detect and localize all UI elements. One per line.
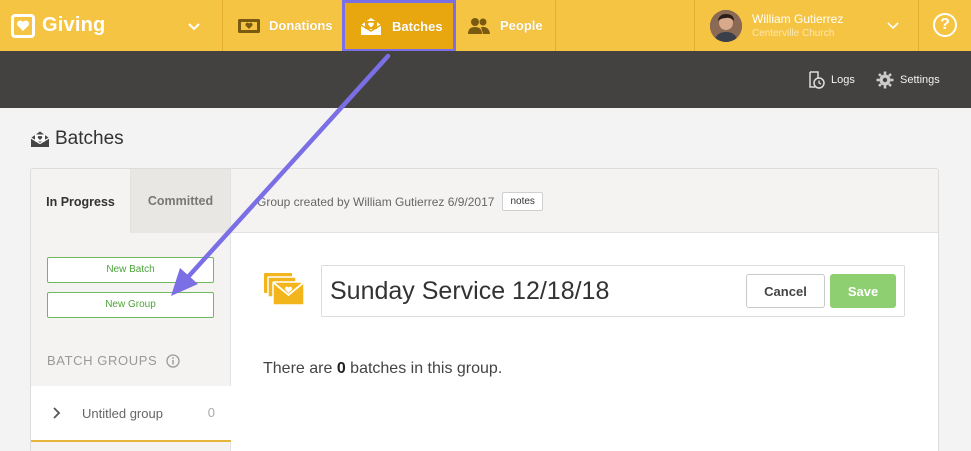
list-item[interactable]: Untitled group 0 — [31, 386, 231, 442]
donations-icon — [237, 17, 261, 35]
panel-tabs: In Progress Committed Group created by W… — [31, 169, 938, 234]
group-created-text: Group created by William Gutierrez 6/9/2… — [257, 194, 495, 209]
user-church: Centerville Church — [752, 28, 835, 39]
batches-icon — [359, 16, 383, 36]
notes-button[interactable]: notes — [502, 192, 543, 211]
chevron-down-icon[interactable] — [186, 18, 202, 34]
tab-batches[interactable]: Batches — [342, 0, 456, 52]
settings-label: Settings — [900, 74, 940, 86]
page-title: Batches — [30, 128, 124, 150]
tab-committed[interactable]: Committed — [131, 169, 231, 233]
logs-icon — [807, 71, 825, 89]
group-name: Untitled group — [82, 405, 163, 421]
group-name-input[interactable] — [330, 274, 730, 308]
cancel-button[interactable]: Cancel — [746, 274, 825, 308]
tab-donations[interactable]: Donations — [223, 0, 343, 51]
user-menu[interactable]: William Gutierrez Centerville Church — [694, 0, 919, 51]
page-title-text: Batches — [55, 128, 124, 149]
people-icon — [467, 17, 491, 35]
batch-count-message: There are 0 batches in this group. — [263, 360, 502, 378]
batch-count-prefix: There are — [263, 360, 337, 377]
sub-toolbar: Logs Settings — [0, 51, 971, 108]
group-info: Group created by William Gutierrez 6/9/2… — [257, 192, 543, 211]
giving-logo-icon — [11, 13, 35, 38]
new-group-button[interactable]: New Group — [47, 292, 214, 318]
batch-groups-heading: BATCH GROUPS — [47, 353, 180, 368]
brand-name: Giving — [42, 14, 106, 36]
chevron-right-icon — [53, 407, 61, 419]
tab-people-label: People — [500, 18, 543, 33]
tab-in-progress[interactable]: In Progress — [31, 169, 131, 234]
batch-groups-label: BATCH GROUPS — [47, 353, 158, 368]
user-name: William Gutierrez — [752, 12, 844, 26]
brand-menu[interactable]: Giving — [0, 0, 223, 51]
batch-count-number: 0 — [336, 360, 346, 377]
top-nav: Giving Donations Batches People William … — [0, 0, 971, 52]
tab-donations-label: Donations — [269, 18, 333, 33]
tab-batches-label: Batches — [392, 18, 443, 34]
batches-panel: In Progress Committed Group created by W… — [30, 168, 939, 451]
tab-people[interactable]: People — [456, 0, 556, 51]
logs-label: Logs — [831, 74, 855, 86]
group-count: 0 — [207, 405, 215, 420]
save-button[interactable]: Save — [830, 274, 896, 308]
batch-count-suffix: batches in this group. — [345, 360, 503, 377]
sidebar: New Batch New Group BATCH GROUPS Untitle… — [31, 233, 231, 451]
batches-icon — [30, 130, 50, 148]
avatar — [710, 9, 742, 42]
help-icon[interactable]: ? — [933, 13, 957, 37]
group-name-editor: Cancel Save — [321, 265, 905, 317]
new-batch-button[interactable]: New Batch — [47, 257, 214, 283]
gear-icon — [876, 71, 894, 89]
batch-group-icon — [264, 273, 305, 306]
info-icon[interactable] — [166, 353, 180, 368]
chevron-down-icon[interactable] — [885, 17, 901, 33]
settings-link[interactable]: Settings — [876, 71, 940, 89]
logs-link[interactable]: Logs — [807, 71, 855, 89]
